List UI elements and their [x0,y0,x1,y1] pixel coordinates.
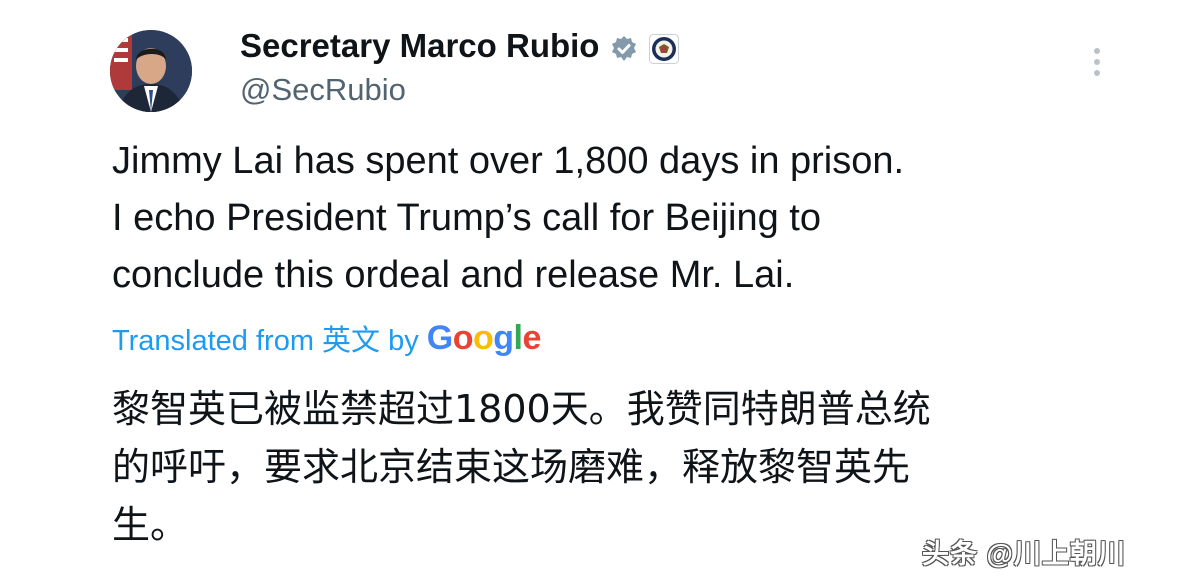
translated-tweet-text: 黎智英已被监禁超过1800天。我赞同特朗普总统 的呼吁，要求北京结束这场磨难，释… [112,380,1172,554]
tweet-text-line: conclude this ordeal and release Mr. Lai… [112,254,795,296]
author-handle[interactable]: @SecRubio [240,70,406,110]
author-display-name-row: Secretary Marco Rubio [240,24,680,68]
more-dot [1094,70,1100,76]
tweet-text-line: Jimmy Lai has spent over 1,800 days in p… [112,140,905,182]
more-vertical-icon[interactable] [1082,44,1112,80]
tweet-text: Jimmy Lai has spent over 1,800 days in p… [112,133,1172,304]
translation-attribution-link[interactable]: Translated from 英文 by Google [112,316,541,360]
more-dot [1094,59,1100,65]
verified-badge-icon[interactable] [609,31,639,61]
tweet-text-line: I echo President Trump’s call for Beijin… [112,197,821,239]
author-display-name[interactable]: Secretary Marco Rubio [240,24,599,68]
more-dot [1094,48,1100,54]
state-department-seal-icon[interactable] [649,31,680,64]
translation-attribution-label: Translated from 英文 by [112,325,419,357]
translated-text-line: 的呼吁，要求北京结束这场磨难，释放黎智英先 [112,445,911,489]
watermark: 头条 @川上朝川 [922,539,1126,569]
google-logo: Google [426,318,542,357]
avatar[interactable] [110,30,192,112]
translated-text-line: 黎智英已被监禁超过1800天。我赞同特朗普总统 [112,387,931,431]
avatar-portrait [110,30,192,112]
